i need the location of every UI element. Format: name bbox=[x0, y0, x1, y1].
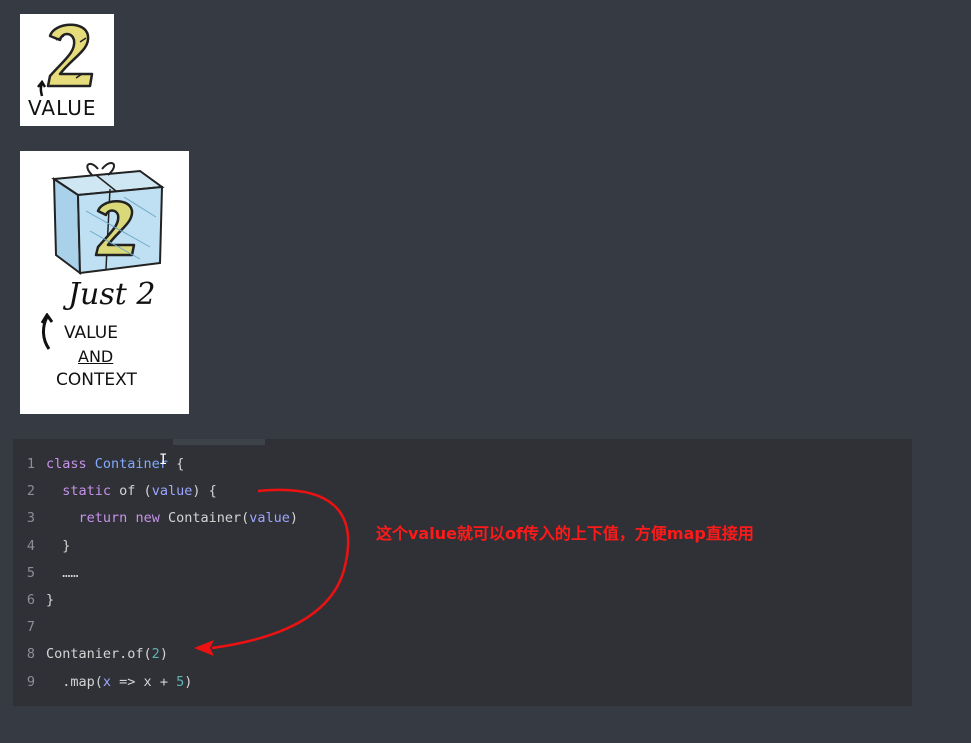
code-token: x bbox=[102, 673, 112, 690]
line-number: 1 bbox=[26, 456, 35, 472]
code-token: Container bbox=[94, 456, 168, 472]
line-content: } bbox=[46, 533, 70, 560]
line-content: Contanier.of(2) bbox=[46, 641, 168, 668]
line-content: static of (value) { bbox=[46, 478, 217, 505]
code-token: return bbox=[78, 510, 128, 527]
code-token: ) bbox=[159, 646, 168, 663]
code-token: ) bbox=[289, 510, 299, 527]
code-token: value bbox=[151, 483, 193, 500]
text-cursor-icon: I bbox=[159, 452, 168, 468]
code-line[interactable]: 1 class Container { bbox=[13, 451, 912, 478]
line-number: 9 bbox=[26, 673, 35, 690]
context-illustration: Just 2 VALUE AND CONTEXT bbox=[20, 151, 189, 414]
line-number: 2 bbox=[26, 483, 35, 500]
code-token: Container( bbox=[159, 510, 250, 527]
code-token: .map( bbox=[46, 673, 103, 690]
code-token: } bbox=[46, 537, 71, 554]
code-token: 5 bbox=[176, 673, 185, 690]
code-token: 2 bbox=[151, 646, 160, 663]
value-illustration: VALUE bbox=[20, 14, 114, 126]
code-line[interactable]: 2 static of (value) { bbox=[13, 478, 912, 505]
code-token: new bbox=[135, 510, 160, 527]
context-caption-and: AND bbox=[78, 347, 114, 366]
curved-arrow-icon bbox=[40, 313, 54, 350]
code-token: { bbox=[167, 456, 185, 472]
code-token: value bbox=[249, 510, 290, 527]
line-number: 7 bbox=[26, 619, 35, 636]
context-caption-context: CONTEXT bbox=[56, 370, 137, 390]
line-content: } bbox=[46, 587, 54, 614]
code-token: static bbox=[62, 483, 112, 500]
code-tab-strip bbox=[173, 439, 265, 445]
line-content: return new Container(value) bbox=[46, 505, 299, 532]
just-two-title: Just 2 bbox=[68, 277, 156, 312]
code-line[interactable]: 6} bbox=[13, 587, 912, 614]
code-token: Contanier.of( bbox=[46, 646, 152, 663]
line-number: 6 bbox=[26, 591, 35, 608]
code-line[interactable]: 7 bbox=[13, 614, 912, 641]
code-token: …… bbox=[46, 564, 79, 581]
code-token: } bbox=[46, 591, 55, 608]
code-line[interactable]: 8 Contanier.of(2) bbox=[13, 641, 912, 668]
code-token: class bbox=[46, 456, 87, 472]
line-number: 8 bbox=[26, 646, 35, 663]
code-block[interactable]: 1 class Container {2 static of (value) {3… bbox=[13, 439, 912, 706]
code-token: => x + bbox=[111, 673, 177, 690]
line-number: 3 bbox=[26, 510, 35, 527]
line-number: 5 bbox=[26, 564, 35, 581]
line-number: 4 bbox=[26, 537, 35, 554]
value-caption: VALUE bbox=[28, 96, 97, 120]
line-content: .map(x => x + 5) bbox=[46, 669, 192, 696]
gift-box-drawing bbox=[51, 162, 165, 276]
context-caption-value: VALUE bbox=[64, 323, 118, 343]
code-token: ) bbox=[184, 673, 193, 690]
code-line[interactable]: 9 .map(x => x + 5) bbox=[13, 669, 912, 696]
code-token: of ( bbox=[111, 483, 152, 500]
annotation-note: 这个value就可以of传入的上下值，方便map直接用 bbox=[376, 524, 754, 543]
code-line[interactable]: 5 …… bbox=[13, 560, 912, 587]
code-token: ) { bbox=[192, 483, 217, 500]
line-content: …… bbox=[46, 560, 79, 587]
